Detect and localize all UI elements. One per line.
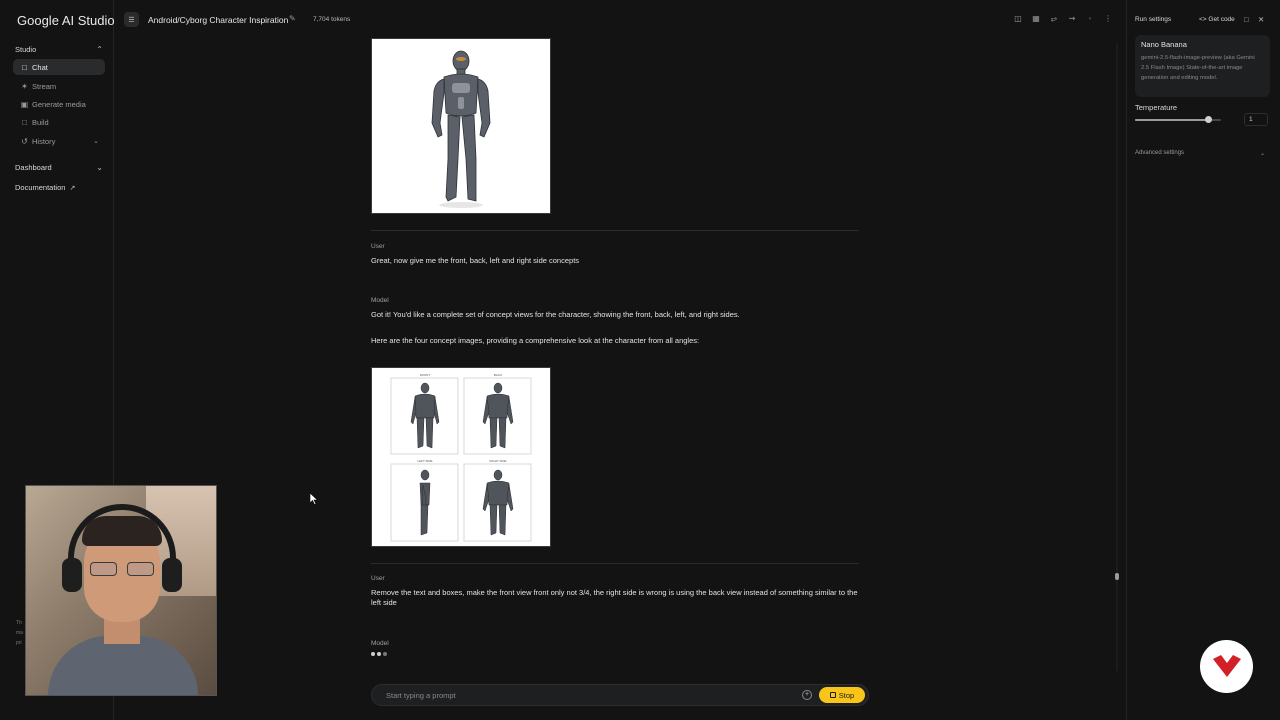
build-icon: □	[22, 117, 27, 127]
branch-icon[interactable]: ⇝	[1067, 14, 1077, 23]
cyborg-figure-image	[372, 39, 550, 213]
stop-icon	[829, 692, 836, 698]
sidebar-item-chat[interactable]: □ Chat	[13, 59, 105, 75]
sidebar-item-label: Stream	[32, 81, 57, 91]
glasses-lens	[127, 562, 154, 576]
edit-title-icon[interactable]: ✎	[289, 14, 296, 23]
sidebar-footer-text-fragment: pri	[16, 640, 22, 646]
typing-dot	[383, 652, 387, 656]
model-selector[interactable]: Nano Banana gemini-2.5-flash-image-previ…	[1135, 35, 1270, 97]
prompt-bar: + Stop	[371, 684, 869, 706]
studio-label: Studio	[15, 45, 37, 54]
more-options-icon[interactable]: ⋮	[1103, 14, 1113, 23]
typing-indicator	[371, 652, 387, 656]
documentation-label: Documentation	[15, 183, 66, 192]
add-media-icon[interactable]: +	[802, 690, 812, 700]
headphones-cup-left	[62, 558, 82, 592]
get-code-button[interactable]: <> Get code	[1199, 16, 1235, 23]
sidebar-footer-text-fragment: Th	[16, 620, 22, 626]
model-description: gemini-2.5-flash-image-preview (aka Gemi…	[1141, 55, 1255, 81]
typing-dot	[377, 652, 381, 656]
disabled-action-icon: •	[1088, 14, 1092, 23]
chevron-down-icon: ⌄	[96, 163, 103, 172]
chevron-down-icon: ⌄	[93, 138, 99, 145]
close-icon[interactable]: ✕	[1258, 15, 1264, 24]
chat-scrollbar-thumb[interactable]	[1115, 573, 1119, 580]
concept-label-left: LEFT SIDE	[417, 459, 432, 463]
sidebar-item-build[interactable]: □ Build	[13, 114, 105, 130]
compare-icon[interactable]: ◫	[1013, 14, 1023, 23]
advanced-settings-toggle[interactable]: Advanced settings ⌄	[1135, 150, 1265, 157]
message-role-user: User	[371, 243, 385, 250]
media-icon: ▣	[20, 99, 29, 109]
run-settings-title: Run settings	[1135, 16, 1172, 23]
page-title: Android/Cyborg Character Inspiration	[148, 15, 289, 25]
message-divider	[371, 563, 859, 564]
user-message-text: Remove the text and boxes, make the fron…	[371, 588, 858, 607]
headphones-cup-right	[162, 558, 182, 592]
chat-icon: □	[22, 62, 27, 72]
brand-badge	[1200, 640, 1253, 693]
app-window: Google AI Studio Studio ⌃ □ Chat ✶ Strea…	[0, 0, 1280, 720]
glasses-lens	[90, 562, 117, 576]
temperature-slider-fill	[1135, 119, 1209, 121]
concept-label-back: BACK	[494, 373, 502, 377]
stream-icon: ✶	[21, 81, 28, 91]
sidebar-item-history[interactable]: ↺ History ⌄	[13, 133, 105, 149]
concept-label-front: FRONT	[420, 373, 430, 377]
concept-sheet-image: FRONT BACK LEFT SIDE RIGHT SIDE	[372, 368, 550, 546]
badge-logo-icon	[1212, 654, 1241, 677]
message-role-model: Model	[371, 640, 389, 647]
advanced-settings-label: Advanced settings	[1135, 150, 1185, 156]
temperature-label: Temperature	[1135, 103, 1178, 112]
model-message-text: Here are the four concept images, provid…	[371, 336, 700, 345]
temperature-slider-thumb[interactable]	[1204, 116, 1212, 123]
dashboard-label: Dashboard	[15, 163, 52, 172]
share-icon[interactable]: ⥂	[1049, 14, 1059, 24]
sidebar-item-generate-media[interactable]: ▣ Generate media	[13, 96, 105, 112]
typing-dot	[371, 652, 375, 656]
generated-image-cyborg[interactable]	[371, 38, 551, 214]
sidebar-footer-text-fragment: ma	[16, 630, 23, 636]
token-count: 7,704 tokens	[313, 16, 351, 23]
chevron-down-icon: ⌄	[1259, 151, 1265, 157]
concept-label-right: RIGHT SIDE	[489, 459, 506, 463]
user-message-text: Great, now give me the front, back, left…	[371, 256, 580, 265]
external-link-icon: ↗	[69, 184, 76, 192]
run-settings-panel: Run settings <> Get code □ ✕ Nano Banana…	[1126, 0, 1280, 720]
webcam-overlay	[25, 485, 217, 696]
message-divider	[371, 230, 859, 231]
sidebar-item-label: History	[32, 136, 56, 146]
chat-area: User Great, now give me the front, back,…	[114, 38, 1126, 720]
chevron-up-icon: ⌃	[96, 45, 103, 54]
layout-icon[interactable]: ▦	[1031, 14, 1041, 23]
message-role-model: Model	[371, 297, 389, 304]
stop-button[interactable]: Stop	[819, 687, 865, 703]
generated-image-concept-sheet[interactable]: FRONT BACK LEFT SIDE RIGHT SIDE	[371, 367, 551, 547]
history-icon: ↺	[21, 136, 28, 146]
sidebar-item-label: Generate media	[32, 99, 86, 109]
toggle-sidebar-button[interactable]: ☰	[124, 12, 139, 27]
model-name: Nano Banana	[1141, 40, 1187, 49]
studio-section-header[interactable]: Studio ⌃	[15, 45, 103, 54]
sidebar-item-stream[interactable]: ✶ Stream	[13, 78, 105, 94]
model-message-text: Got it! You'd like a complete set of con…	[371, 310, 740, 319]
documentation-link[interactable]: Documentation ↗	[15, 183, 75, 192]
temperature-value-input[interactable]: 1	[1244, 113, 1268, 126]
dashboard-section-header[interactable]: Dashboard ⌄	[15, 163, 103, 172]
stop-label: Stop	[838, 690, 855, 700]
feedback-icon[interactable]: □	[1244, 15, 1249, 24]
sidebar-item-label: Chat	[32, 62, 48, 72]
prompt-input[interactable]	[386, 689, 786, 702]
brand-logo[interactable]: Google AI Studio	[17, 13, 115, 28]
sidebar-item-label: Build	[32, 117, 49, 127]
message-role-user: User	[371, 575, 385, 582]
webcam-person-glasses	[90, 562, 154, 576]
top-header: ☰ Android/Cyborg Character Inspiration ✎…	[114, 0, 1126, 38]
get-code-label: Get code	[1208, 16, 1235, 23]
code-icon: <>	[1199, 16, 1207, 23]
mouse-cursor-icon	[310, 493, 318, 505]
